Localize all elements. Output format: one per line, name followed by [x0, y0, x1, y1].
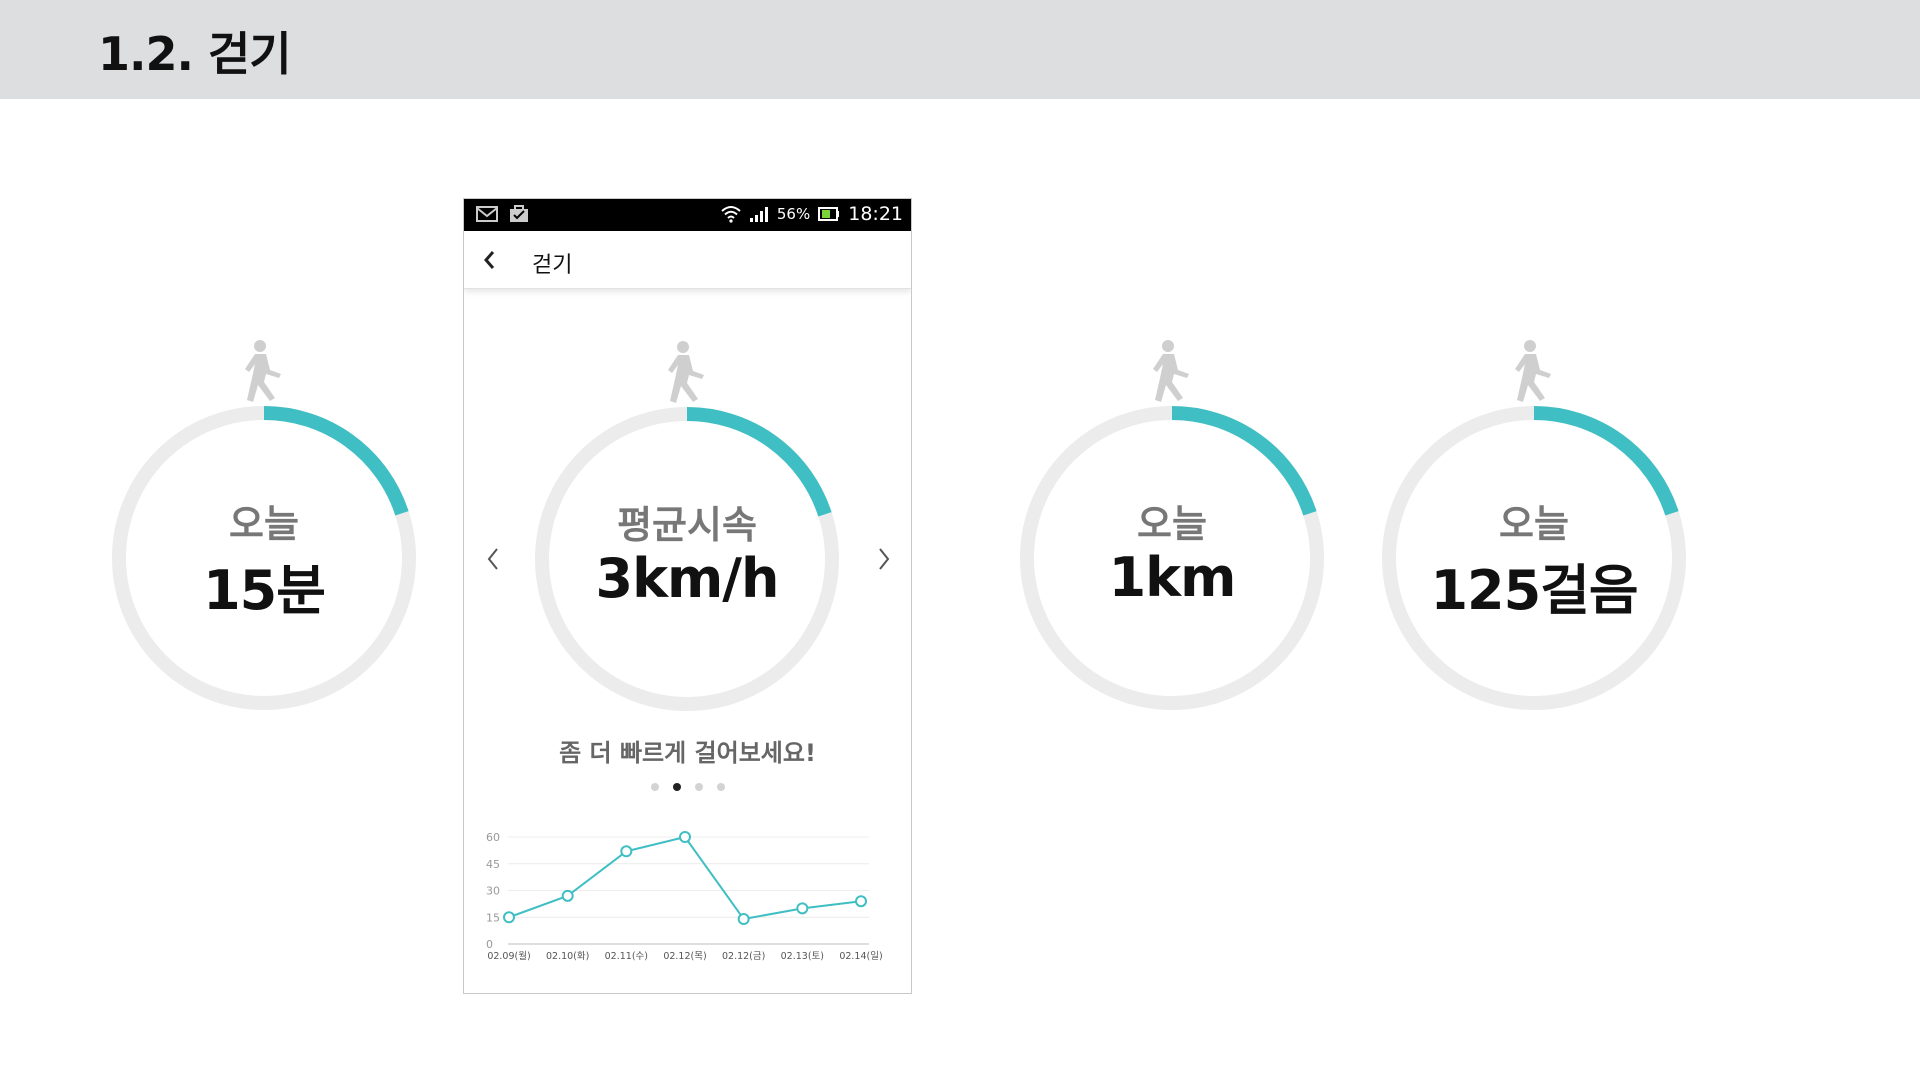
chevron-right-icon[interactable] — [872, 541, 896, 577]
battery-icon — [818, 207, 840, 221]
back-button[interactable] — [476, 244, 504, 276]
ring-card-distance: 오늘 1km — [1012, 338, 1332, 718]
tip-text: 좀 더 빠르게 걸어보세요! — [559, 739, 816, 767]
x-tick-label: 02.11(수) — [605, 951, 648, 962]
card-value: 125걸음 — [1430, 559, 1638, 622]
wifi-icon — [721, 206, 741, 223]
metric-value: 3km/h — [595, 547, 780, 610]
card-value: 15분 — [203, 559, 326, 622]
y-tick-label: 45 — [486, 858, 500, 871]
card-value: 1km — [1108, 546, 1237, 609]
card-label: 오늘 — [229, 502, 299, 546]
briefcase-icon — [510, 205, 528, 222]
page-indicator[interactable] — [464, 783, 911, 793]
phone-screen: 56% 18:21 걷기 평균시속 3km/h 좀 더 빠르게 걸어보세요! 0… — [463, 198, 912, 994]
chevron-left-icon[interactable] — [481, 541, 505, 577]
ring-card-time: 오늘 15분 — [104, 338, 424, 718]
pager-dot[interactable] — [716, 783, 725, 791]
data-point — [561, 889, 574, 902]
status-bar: 56% 18:21 — [464, 199, 911, 231]
x-tick-label: 02.10(화) — [546, 951, 589, 962]
data-point — [620, 845, 633, 858]
app-bar: 걷기 — [464, 231, 911, 289]
ring-card-steps: 오늘 125걸음 — [1374, 338, 1694, 718]
data-point — [503, 911, 515, 924]
series-line — [508, 835, 862, 921]
status-time: 18:21 — [848, 203, 903, 225]
data-point — [737, 913, 750, 926]
ring-card-speed: 평균시속 3km/h — [527, 339, 847, 719]
data-point — [679, 831, 691, 843]
card-label: 오늘 — [1499, 502, 1569, 546]
y-tick-label: 0 — [486, 938, 493, 951]
app-title: 걷기 — [532, 253, 573, 278]
pager-dot[interactable] — [694, 783, 703, 791]
data-point — [796, 902, 809, 915]
chevron-left-icon — [484, 251, 495, 269]
x-tick-label: 02.09(월) — [487, 950, 530, 962]
y-tick-label: 60 — [486, 831, 500, 844]
x-tick-label: 02.13(토) — [781, 951, 824, 962]
pager-dot[interactable] — [650, 783, 659, 791]
signal-icon — [749, 207, 768, 222]
x-tick-label: 02.14(일) — [839, 951, 882, 962]
data-point — [855, 895, 867, 908]
battery-percent: 56% — [776, 205, 811, 223]
x-tick-label: 02.12(금) — [722, 951, 765, 962]
metric-label: 평균시속 — [617, 503, 757, 547]
y-tick-label: 30 — [486, 885, 500, 898]
mail-icon — [476, 206, 498, 222]
x-tick-label: 02.12(목) — [663, 951, 706, 962]
pager-dot[interactable] — [672, 783, 681, 791]
page-title: 1.2. 걷기 — [98, 27, 292, 81]
speed-line-chart: 0 15 30 45 60 02.09(월) 02.10(화) 02.11(수) 02.12(목… — [486, 831, 883, 962]
card-label: 오늘 — [1137, 502, 1207, 546]
y-tick-label: 15 — [486, 911, 500, 924]
